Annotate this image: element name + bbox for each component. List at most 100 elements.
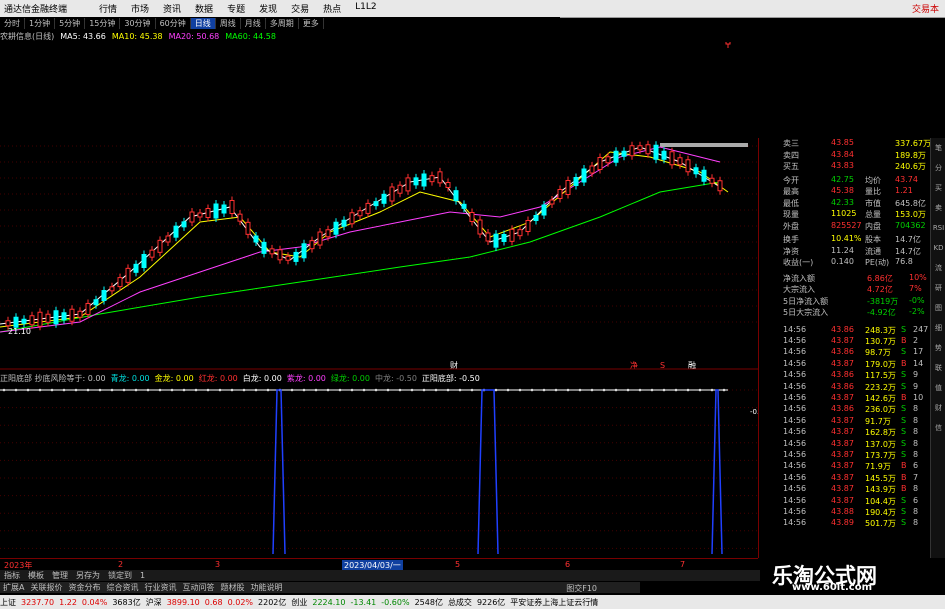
tick-side: S — [901, 506, 907, 516]
indicator-tab-3[interactable]: 另存为 — [72, 570, 104, 581]
toolbar-btn-0[interactable]: 笔 — [931, 138, 945, 158]
indicator-dot — [674, 388, 678, 392]
candle-body — [141, 254, 147, 268]
candle-body — [21, 318, 27, 324]
tick-price: 43.87 — [831, 438, 854, 448]
tick-time: 14:56 — [783, 472, 807, 482]
period-tab-8[interactable]: 月线 — [241, 18, 266, 29]
indicator-chart[interactable]: 0.00-0.05-0.10-0.15-0.20-0.25-0.30-0.35-… — [0, 384, 758, 558]
main-menu: 行情 市场 资讯 数据 专题 发现 交易 热点 L1L2 — [92, 2, 384, 15]
quote-value: 0.140 — [831, 257, 854, 266]
date-label-5: 6 — [565, 560, 571, 569]
sh-label[interactable]: 上证 — [0, 597, 16, 608]
toolbar-btn-14[interactable]: 信 — [931, 418, 945, 438]
period-tab-3[interactable]: 15分钟 — [85, 18, 121, 29]
candle-body — [237, 213, 243, 222]
tick-price: 43.87 — [831, 472, 854, 482]
toolbar-btn-10[interactable]: 势 — [931, 338, 945, 358]
period-tab-9[interactable]: 多周期 — [266, 18, 299, 29]
info-tab-1[interactable]: 关联报价 — [27, 582, 65, 593]
indicator-dot — [242, 388, 246, 392]
toolbar-btn-7[interactable]: 研 — [931, 278, 945, 298]
tick-side: S — [901, 381, 907, 391]
indicator-dot — [530, 388, 534, 392]
quote-value: 11.24 — [831, 245, 854, 255]
period-tab-1[interactable]: 1分钟 — [25, 18, 56, 29]
period-tab-0[interactable]: 分时 — [0, 18, 25, 29]
indicator-dot — [218, 388, 222, 392]
tick-count: 10 — [913, 392, 924, 402]
indicator-item-2: 红龙: 0.00 — [198, 374, 238, 383]
indicator-title[interactable]: 正阳底部 抄底风险等于: 0.00 — [0, 373, 106, 384]
period-tab-5[interactable]: 60分钟 — [156, 18, 191, 29]
toolbar-btn-5[interactable]: KD — [931, 238, 945, 258]
menu-item-7[interactable]: 热点 — [316, 2, 348, 15]
menu-item-6[interactable]: 交易 — [284, 2, 316, 15]
indicator-dot — [122, 388, 126, 392]
toolbar-btn-8[interactable]: 图 — [931, 298, 945, 318]
menu-item-5[interactable]: 发现 — [252, 2, 284, 15]
info-tab-2[interactable]: 资金分布 — [65, 582, 103, 593]
period-tab-10[interactable]: 更多 — [299, 18, 324, 29]
indicator-dot — [158, 388, 162, 392]
tick-row: 14:56 43.87 137.0万 S 8 — [759, 439, 931, 451]
trade-button[interactable]: 交易本 — [912, 2, 939, 15]
tick-count: 8 — [913, 438, 919, 448]
period-tab-6[interactable]: 日线 — [190, 18, 216, 29]
candle-body — [261, 241, 267, 254]
toolbar-btn-1[interactable]: 分 — [931, 158, 945, 178]
indicator-spike-0 — [272, 389, 286, 555]
flow-value: 4.72亿 — [867, 285, 893, 294]
menu-item-8[interactable]: L1L2 — [348, 2, 383, 15]
tick-volume: 137.0万 — [865, 439, 896, 449]
period-tab-2[interactable]: 5分钟 — [55, 18, 86, 29]
info-tab-0[interactable]: 扩展A — [0, 582, 27, 593]
indicator-dot — [230, 388, 234, 392]
sz-value: 3899.10 — [166, 597, 200, 607]
toolbar-btn-12[interactable]: 值 — [931, 378, 945, 398]
indicator-tab-5[interactable]: 1 — [136, 571, 149, 580]
menu-item-1[interactable]: 市场 — [124, 2, 156, 15]
menu-item-3[interactable]: 数据 — [188, 2, 220, 15]
period-tab-7[interactable]: 周线 — [216, 18, 241, 29]
flow-row: 5日净流入额 -3819万 -0% — [759, 296, 931, 308]
toolbar-btn-4[interactable]: RSI — [931, 218, 945, 238]
toolbar-btn-13[interactable]: 财 — [931, 398, 945, 418]
indicator-tab-0[interactable]: 指标 — [0, 570, 24, 581]
sz-label[interactable]: 沪深 — [146, 597, 162, 608]
toolbar-btn-11[interactable]: 联 — [931, 358, 945, 378]
info-tab-6[interactable]: 题材股 — [217, 582, 247, 593]
info-tab-4[interactable]: 行业资讯 — [141, 582, 179, 593]
flow-percent: 10% — [909, 272, 927, 282]
toolbar-btn-9[interactable]: 细 — [931, 318, 945, 338]
tick-volume: 117.5万 — [865, 371, 896, 381]
indicator-tab-2[interactable]: 管理 — [48, 570, 72, 581]
app-title: 通达信金融终端 — [4, 5, 68, 15]
ma20-value: MA20: 50.68 — [168, 32, 220, 41]
quote-value: 43.85 — [831, 138, 854, 147]
indicator-dot — [38, 388, 42, 392]
cy-label[interactable]: 创业 — [291, 597, 307, 608]
indicator-dot — [518, 388, 522, 392]
candle-body — [365, 202, 371, 214]
toolbar-btn-6[interactable]: 流 — [931, 258, 945, 278]
candle-body — [517, 229, 523, 237]
indicator-tab-1[interactable]: 模板 — [24, 570, 48, 581]
indicator-tab-4[interactable]: 锁定到 — [104, 570, 136, 581]
right-toggle[interactable]: 图交F10 — [563, 583, 600, 594]
tick-price: 43.87 — [831, 461, 854, 471]
info-tab-3[interactable]: 综合资讯 — [103, 582, 141, 593]
indicator-current: -0.07 — [750, 408, 758, 416]
menu-item-2[interactable]: 资讯 — [156, 2, 188, 15]
period-tab-4[interactable]: 30分钟 — [120, 18, 156, 29]
info-tab-5[interactable]: 互动问答 — [179, 582, 217, 593]
candle-body — [45, 313, 51, 323]
toolbar-btn-3[interactable]: 卖 — [931, 198, 945, 218]
toolbar-btn-2[interactable]: 买 — [931, 178, 945, 198]
menu-item-0[interactable]: 行情 — [92, 2, 124, 15]
info-tab-7[interactable]: 功能说明 — [247, 582, 285, 593]
kline-chart[interactable]: 50.0047.5045.0042.5040.0037.5035.0032.50… — [0, 42, 758, 370]
tick-side: S — [901, 415, 907, 425]
candle-body — [29, 315, 35, 326]
menu-item-4[interactable]: 专题 — [220, 2, 252, 15]
